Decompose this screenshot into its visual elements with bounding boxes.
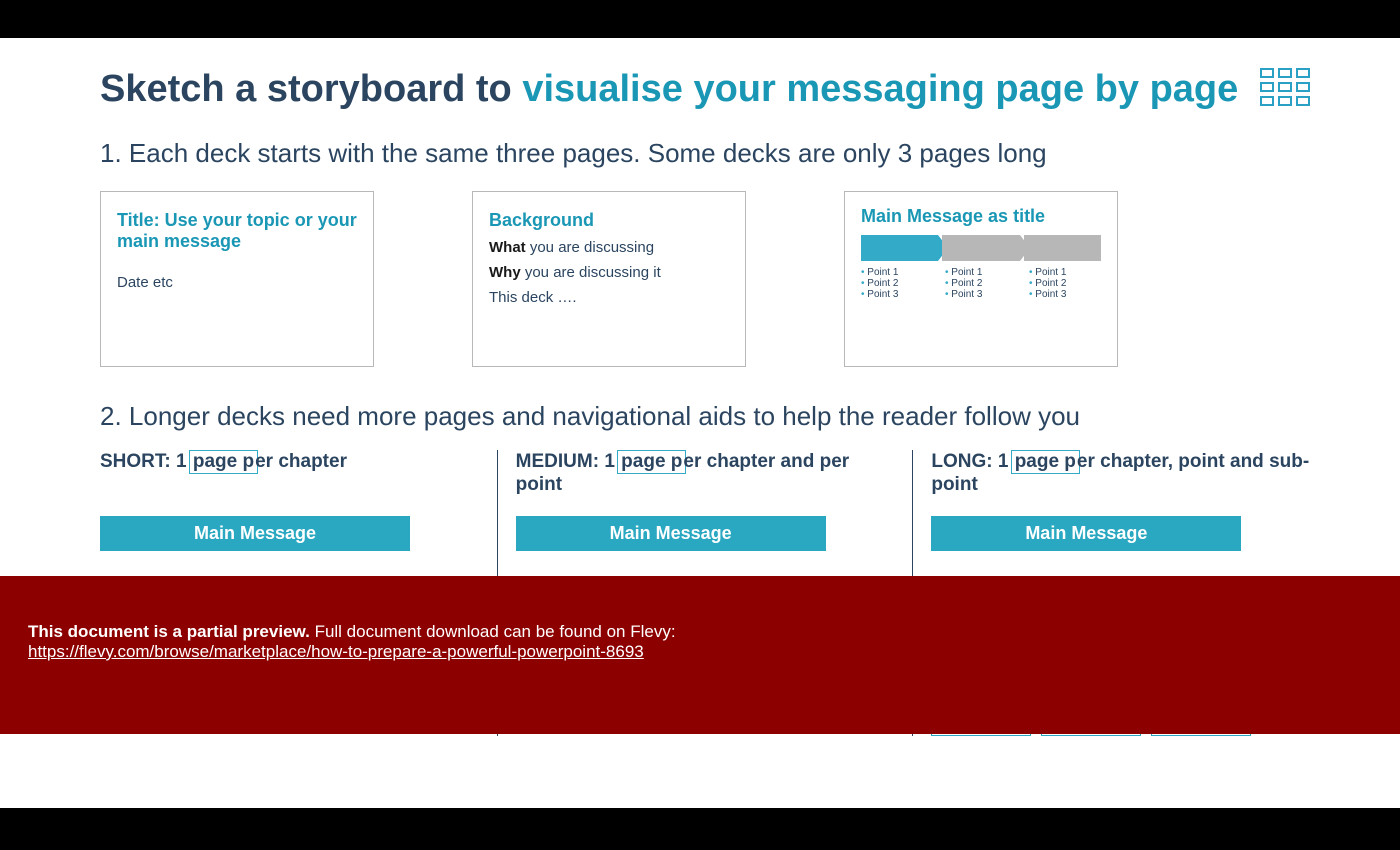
card1-title: Title: Use your topic or your main messa… [117, 210, 357, 252]
card2-line3: This deck …. [489, 289, 729, 306]
card2-line2: Why you are discussing it [489, 264, 729, 281]
page-root: Sketch a storyboard to visualise your me… [0, 0, 1400, 850]
preview-overlay: This document is a partial preview. Full… [0, 576, 1400, 734]
col-short-mm: Main Message [100, 516, 410, 551]
title-dark: Sketch a storyboard to [100, 68, 522, 110]
col-long-mm: Main Message [931, 516, 1241, 551]
section-2-heading: 2. Longer decks need more pages and navi… [100, 401, 1310, 432]
pts-col-3: Point 1Point 2Point 3 [1029, 267, 1101, 300]
pts-col-2: Point 1Point 2Point 3 [945, 267, 1017, 300]
cards-row: Title: Use your topic or your main messa… [100, 191, 1310, 367]
title-accent: visualise your messaging page by page [522, 68, 1238, 110]
overlay-text: This document is a partial preview. Full… [28, 622, 1400, 642]
col-medium-heading: MEDIUM: 1 page per chapter and per point [516, 450, 895, 506]
chevron-1 [861, 235, 938, 261]
card3-title: Main Message as title [861, 206, 1101, 227]
card1-sub: Date etc [117, 274, 357, 291]
card-main-message: Main Message as title Point 1Point 2Poin… [844, 191, 1118, 367]
slide-title: Sketch a storyboard to visualise your me… [100, 68, 1238, 112]
col-medium-mm: Main Message [516, 516, 826, 551]
chevron-3 [1024, 235, 1101, 261]
col-short-heading: SHORT: 1 page per chapter [100, 450, 479, 506]
card2-title: Background [489, 210, 729, 231]
points-row: Point 1Point 2Point 3 Point 1Point 2Poin… [861, 267, 1101, 300]
title-row: Sketch a storyboard to visualise your me… [100, 68, 1310, 112]
card-title-page: Title: Use your topic or your main messa… [100, 191, 374, 367]
grid-icon [1260, 68, 1310, 106]
overlay-link[interactable]: https://flevy.com/browse/marketplace/how… [28, 642, 644, 661]
card-background: Background What you are discussing Why y… [472, 191, 746, 367]
pts-col-1: Point 1Point 2Point 3 [861, 267, 933, 300]
card2-line1: What you are discussing [489, 239, 729, 256]
chevron-2 [942, 235, 1019, 261]
chevron-row [861, 235, 1101, 261]
col-long-heading: LONG: 1 page per chapter, point and sub-… [931, 450, 1310, 506]
section-1-heading: 1. Each deck starts with the same three … [100, 138, 1310, 169]
